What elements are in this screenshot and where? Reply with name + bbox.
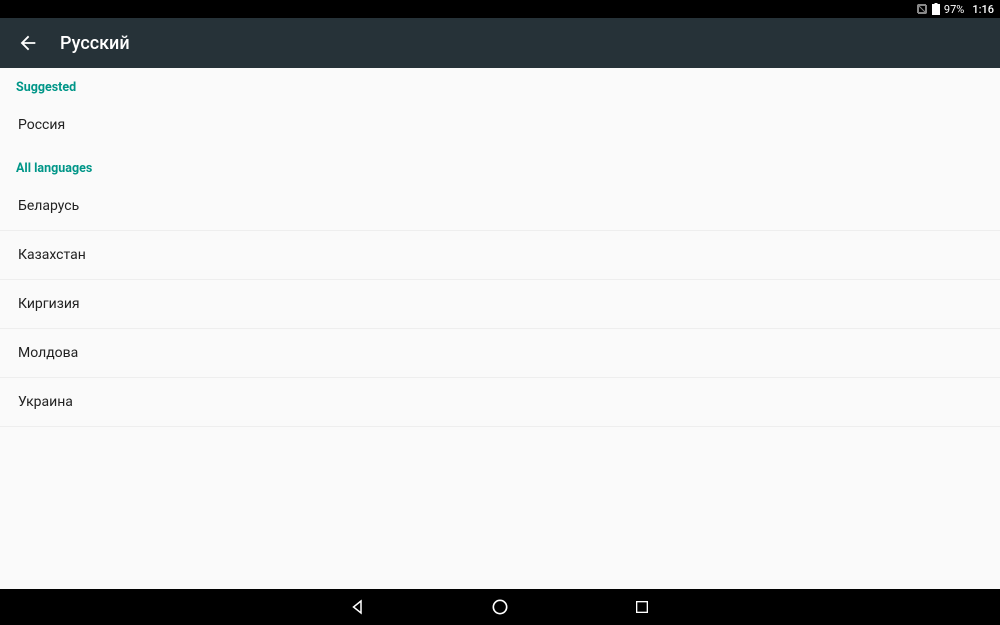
content-area: Suggested Россия All languages Беларусь … — [0, 68, 1000, 589]
list-item[interactable]: Молдова — [0, 329, 1000, 378]
navigation-bar — [0, 589, 1000, 625]
battery-icon — [932, 3, 940, 15]
nav-recent-icon[interactable] — [631, 596, 653, 618]
nav-home-icon[interactable] — [489, 596, 511, 618]
list-item[interactable]: Россия — [0, 101, 1000, 149]
list-item[interactable]: Беларусь — [0, 182, 1000, 231]
page-title: Русский — [60, 33, 130, 54]
list-item[interactable]: Казахстан — [0, 231, 1000, 280]
app-header: Русский — [0, 18, 1000, 68]
battery-percent: 97% — [944, 3, 964, 16]
list-item[interactable]: Украина — [0, 378, 1000, 427]
no-sim-icon — [916, 3, 928, 15]
section-all-header: All languages — [0, 149, 1000, 182]
status-bar: 97% 1:16 — [0, 0, 1000, 18]
nav-back-icon[interactable] — [347, 596, 369, 618]
list-item[interactable]: Киргизия — [0, 280, 1000, 329]
status-time: 1:16 — [972, 3, 994, 16]
section-suggested-header: Suggested — [0, 68, 1000, 101]
back-arrow-icon[interactable] — [16, 31, 40, 55]
